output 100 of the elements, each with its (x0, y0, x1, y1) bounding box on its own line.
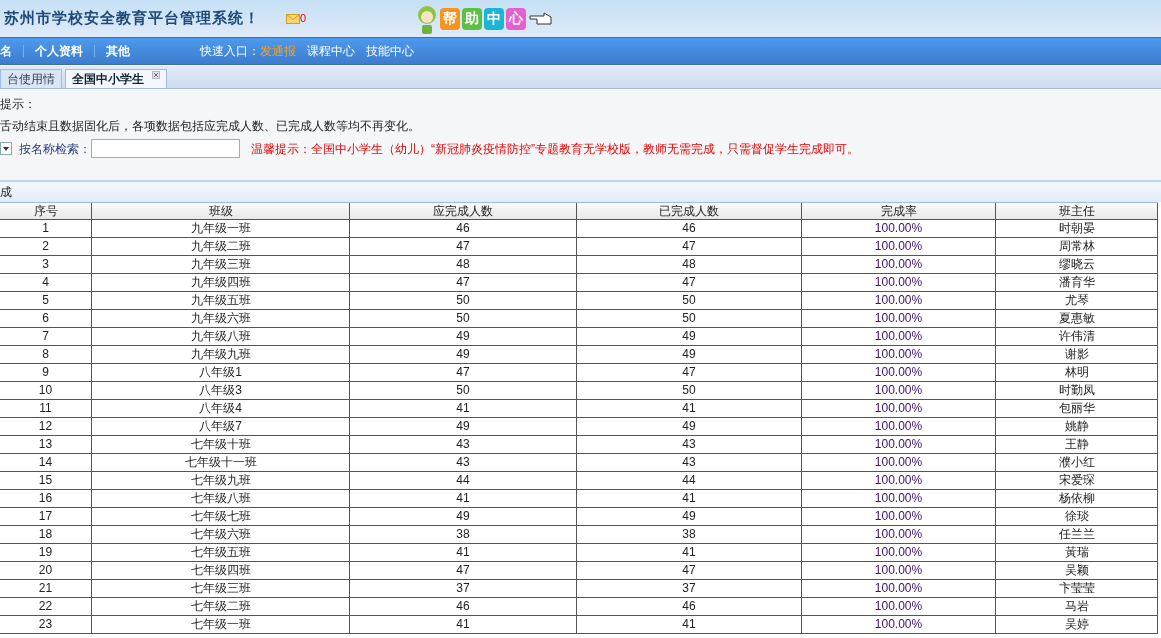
table-cell: 47 (350, 562, 577, 579)
table-cell: 41 (350, 544, 577, 561)
table-cell: 七年级四班 (92, 562, 350, 579)
help-center-tile[interactable]: 心 (506, 7, 527, 30)
table-cell: 七年级三班 (92, 580, 350, 597)
table-cell: 47 (577, 238, 802, 255)
table-cell: 七年级十一班 (92, 454, 350, 471)
mail-count: 0 (300, 11, 307, 27)
table-cell: 时勤凤 (996, 382, 1158, 399)
table-cell: 47 (350, 238, 577, 255)
table-cell: 卞莹莹 (996, 580, 1158, 597)
table-cell: 46 (577, 598, 802, 615)
help-center-tile[interactable]: 帮 (440, 7, 461, 30)
table-cell: 20 (0, 562, 92, 579)
column-header[interactable]: 班级 (92, 203, 350, 219)
table-cell: 50 (350, 292, 577, 309)
table-cell: 47 (577, 364, 802, 381)
nav-link[interactable]: 名 (0, 42, 12, 60)
table-cell: 17 (0, 508, 92, 525)
section-label: 成 (0, 184, 12, 201)
table-cell: 八年级1 (92, 364, 350, 381)
help-center-tile[interactable]: 中 (484, 7, 505, 30)
table-cell: 19 (0, 544, 92, 561)
table-cell: 八年级3 (92, 382, 350, 399)
tab[interactable]: 全国中小学生 (65, 69, 167, 88)
nav-link[interactable]: 其他 (106, 42, 130, 60)
table-cell: 14 (0, 454, 92, 471)
table-cell: 林明 (996, 364, 1158, 381)
table-cell: 21 (0, 580, 92, 597)
table-cell: 41 (350, 400, 577, 417)
table-cell: 七年级八班 (92, 490, 350, 507)
table-cell: 4 (0, 274, 92, 291)
table-cell: 八年级4 (92, 400, 350, 417)
table-cell: 37 (577, 580, 802, 597)
help-center-tile[interactable]: 助 (462, 7, 483, 30)
table-cell: 100.00% (802, 544, 996, 561)
table-cell: 43 (350, 454, 577, 471)
table-cell: 杨依柳 (996, 490, 1158, 507)
table-cell: 姚静 (996, 418, 1158, 435)
table-cell: 100.00% (802, 328, 996, 345)
table-cell: 100.00% (802, 274, 996, 291)
table-cell: 49 (577, 508, 802, 525)
warning-text: 温馨提示：全国中小学生（幼儿）“新冠肺炎疫情防控”专题教育无学校版，教师无需完成，只需督促学生完成即可。 (251, 140, 859, 158)
dropdown-icon[interactable] (0, 142, 12, 155)
table-cell: 50 (577, 382, 802, 399)
table-cell: 50 (577, 310, 802, 327)
table-cell: 49 (350, 328, 577, 345)
table-cell: 41 (577, 616, 802, 633)
column-header[interactable]: 序号 (0, 203, 92, 219)
table-cell: 宋爱琛 (996, 472, 1158, 489)
table-cell: 46 (350, 220, 577, 237)
table-cell: 22 (0, 598, 92, 615)
nav-link[interactable]: 个人资料 (35, 42, 83, 60)
notice-heading: 提示： (0, 96, 37, 113)
close-icon[interactable] (152, 71, 160, 79)
table-cell: 濮小红 (996, 454, 1158, 471)
search-label: 按名称检索： (19, 140, 91, 158)
search-field[interactable] (91, 139, 240, 158)
column-header[interactable]: 应完成人数 (350, 203, 577, 219)
table-cell: 尤琴 (996, 292, 1158, 309)
table-cell: 43 (577, 436, 802, 453)
table-cell: 七年级十班 (92, 436, 350, 453)
table-cell: 37 (350, 580, 577, 597)
table-cell: 18 (0, 526, 92, 543)
table-cell: 12 (0, 418, 92, 435)
table-cell: 7 (0, 328, 92, 345)
table-cell: 九年级九班 (92, 346, 350, 363)
table-cell: 10 (0, 382, 92, 399)
table-cell: 100.00% (802, 310, 996, 327)
table-cell: 100.00% (802, 562, 996, 579)
column-header[interactable]: 完成率 (802, 203, 996, 219)
column-header[interactable]: 已完成人数 (577, 203, 802, 219)
table-cell: 九年级三班 (92, 256, 350, 273)
table-cell: 46 (577, 220, 802, 237)
table-cell: 吴婷 (996, 616, 1158, 633)
table-cell: 47 (350, 274, 577, 291)
quick-link[interactable]: 技能中心 (366, 42, 414, 60)
table-cell: 3 (0, 256, 92, 273)
table-cell: 49 (350, 508, 577, 525)
table-cell: 47 (577, 274, 802, 291)
table-cell: 2 (0, 238, 92, 255)
table-cell: 100.00% (802, 256, 996, 273)
table-cell: 8 (0, 346, 92, 363)
table-cell: 黃瑞 (996, 544, 1158, 561)
table-cell: 50 (350, 382, 577, 399)
tab[interactable]: 台使用情 (0, 69, 62, 88)
table-cell: 47 (350, 364, 577, 381)
table-cell: 马岩 (996, 598, 1158, 615)
system-title: 苏州市学校安全教育平台管理系统！ (4, 8, 260, 29)
table-cell: 9 (0, 364, 92, 381)
table-cell: 100.00% (802, 472, 996, 489)
column-header[interactable]: 班主任 (996, 203, 1158, 219)
table-cell: 八年级7 (92, 418, 350, 435)
table-cell: 吴颖 (996, 562, 1158, 579)
table-cell: 50 (577, 292, 802, 309)
table-cell: 11 (0, 400, 92, 417)
quick-link[interactable]: 课程中心 (307, 42, 355, 60)
table-cell: 44 (577, 472, 802, 489)
table-cell: 100.00% (802, 580, 996, 597)
table-cell: 王静 (996, 436, 1158, 453)
